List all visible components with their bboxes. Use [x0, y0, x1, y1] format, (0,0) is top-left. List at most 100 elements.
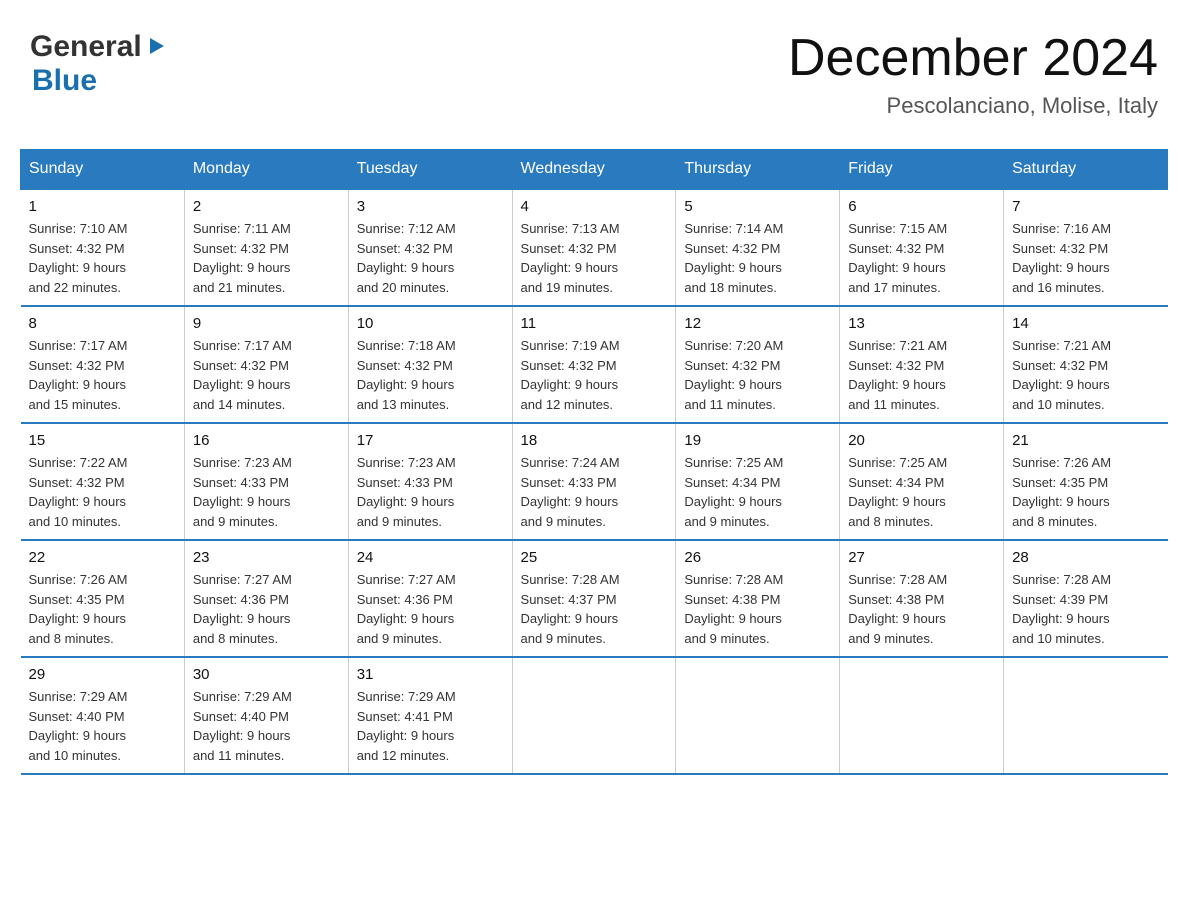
week-row-2: 8 Sunrise: 7:17 AMSunset: 4:32 PMDayligh…	[21, 306, 1168, 423]
logo-general: General	[30, 30, 142, 64]
calendar-table: SundayMondayTuesdayWednesdayThursdayFrid…	[20, 149, 1168, 775]
day-info: Sunrise: 7:23 AMSunset: 4:33 PMDaylight:…	[357, 453, 504, 531]
empty-cell-w4-3	[512, 657, 676, 774]
day-cell-8: 8 Sunrise: 7:17 AMSunset: 4:32 PMDayligh…	[21, 306, 185, 423]
day-cell-11: 11 Sunrise: 7:19 AMSunset: 4:32 PMDaylig…	[512, 306, 676, 423]
day-number: 6	[848, 198, 995, 215]
day-info: Sunrise: 7:12 AMSunset: 4:32 PMDaylight:…	[357, 219, 504, 297]
day-cell-3: 3 Sunrise: 7:12 AMSunset: 4:32 PMDayligh…	[348, 189, 512, 306]
day-number: 26	[684, 549, 831, 566]
day-cell-28: 28 Sunrise: 7:28 AMSunset: 4:39 PMDaylig…	[1004, 540, 1168, 657]
logo-blue: Blue	[32, 64, 97, 97]
day-cell-1: 1 Sunrise: 7:10 AMSunset: 4:32 PMDayligh…	[21, 189, 185, 306]
day-info: Sunrise: 7:24 AMSunset: 4:33 PMDaylight:…	[521, 453, 668, 531]
day-info: Sunrise: 7:26 AMSunset: 4:35 PMDaylight:…	[29, 570, 176, 648]
day-cell-30: 30 Sunrise: 7:29 AMSunset: 4:40 PMDaylig…	[184, 657, 348, 774]
day-number: 28	[1012, 549, 1159, 566]
day-number: 1	[29, 198, 176, 215]
week-row-3: 15 Sunrise: 7:22 AMSunset: 4:32 PMDaylig…	[21, 423, 1168, 540]
day-info: Sunrise: 7:25 AMSunset: 4:34 PMDaylight:…	[848, 453, 995, 531]
day-cell-2: 2 Sunrise: 7:11 AMSunset: 4:32 PMDayligh…	[184, 189, 348, 306]
day-info: Sunrise: 7:10 AMSunset: 4:32 PMDaylight:…	[29, 219, 176, 297]
day-cell-15: 15 Sunrise: 7:22 AMSunset: 4:32 PMDaylig…	[21, 423, 185, 540]
day-number: 30	[193, 666, 340, 683]
day-cell-12: 12 Sunrise: 7:20 AMSunset: 4:32 PMDaylig…	[676, 306, 840, 423]
day-number: 15	[29, 432, 176, 449]
day-number: 2	[193, 198, 340, 215]
day-info: Sunrise: 7:11 AMSunset: 4:32 PMDaylight:…	[193, 219, 340, 297]
day-info: Sunrise: 7:23 AMSunset: 4:33 PMDaylight:…	[193, 453, 340, 531]
day-cell-20: 20 Sunrise: 7:25 AMSunset: 4:34 PMDaylig…	[840, 423, 1004, 540]
weekday-header-row: SundayMondayTuesdayWednesdayThursdayFrid…	[21, 150, 1168, 190]
weekday-header-tuesday: Tuesday	[348, 150, 512, 190]
day-info: Sunrise: 7:25 AMSunset: 4:34 PMDaylight:…	[684, 453, 831, 531]
logo: General Blue	[30, 30, 168, 98]
day-number: 17	[357, 432, 504, 449]
day-info: Sunrise: 7:22 AMSunset: 4:32 PMDaylight:…	[29, 453, 176, 531]
day-cell-16: 16 Sunrise: 7:23 AMSunset: 4:33 PMDaylig…	[184, 423, 348, 540]
day-info: Sunrise: 7:13 AMSunset: 4:32 PMDaylight:…	[521, 219, 668, 297]
day-number: 21	[1012, 432, 1159, 449]
day-cell-17: 17 Sunrise: 7:23 AMSunset: 4:33 PMDaylig…	[348, 423, 512, 540]
title-block: December 2024 Pescolanciano, Molise, Ita…	[788, 30, 1158, 119]
day-number: 23	[193, 549, 340, 566]
empty-cell-w4-5	[840, 657, 1004, 774]
day-info: Sunrise: 7:17 AMSunset: 4:32 PMDaylight:…	[193, 336, 340, 414]
day-number: 19	[684, 432, 831, 449]
weekday-header-monday: Monday	[184, 150, 348, 190]
day-number: 31	[357, 666, 504, 683]
day-cell-19: 19 Sunrise: 7:25 AMSunset: 4:34 PMDaylig…	[676, 423, 840, 540]
day-info: Sunrise: 7:28 AMSunset: 4:39 PMDaylight:…	[1012, 570, 1159, 648]
day-cell-22: 22 Sunrise: 7:26 AMSunset: 4:35 PMDaylig…	[21, 540, 185, 657]
day-info: Sunrise: 7:26 AMSunset: 4:35 PMDaylight:…	[1012, 453, 1159, 531]
day-info: Sunrise: 7:29 AMSunset: 4:41 PMDaylight:…	[357, 687, 504, 765]
day-cell-21: 21 Sunrise: 7:26 AMSunset: 4:35 PMDaylig…	[1004, 423, 1168, 540]
day-cell-6: 6 Sunrise: 7:15 AMSunset: 4:32 PMDayligh…	[840, 189, 1004, 306]
day-info: Sunrise: 7:27 AMSunset: 4:36 PMDaylight:…	[193, 570, 340, 648]
page-header: General Blue December 2024 Pescolanciano…	[20, 20, 1168, 129]
day-number: 24	[357, 549, 504, 566]
day-number: 4	[521, 198, 668, 215]
day-number: 22	[29, 549, 176, 566]
day-cell-24: 24 Sunrise: 7:27 AMSunset: 4:36 PMDaylig…	[348, 540, 512, 657]
weekday-header-saturday: Saturday	[1004, 150, 1168, 190]
day-number: 7	[1012, 198, 1159, 215]
week-row-1: 1 Sunrise: 7:10 AMSunset: 4:32 PMDayligh…	[21, 189, 1168, 306]
day-cell-31: 31 Sunrise: 7:29 AMSunset: 4:41 PMDaylig…	[348, 657, 512, 774]
day-info: Sunrise: 7:28 AMSunset: 4:38 PMDaylight:…	[684, 570, 831, 648]
day-info: Sunrise: 7:27 AMSunset: 4:36 PMDaylight:…	[357, 570, 504, 648]
day-info: Sunrise: 7:29 AMSunset: 4:40 PMDaylight:…	[29, 687, 176, 765]
day-info: Sunrise: 7:21 AMSunset: 4:32 PMDaylight:…	[1012, 336, 1159, 414]
location-subtitle: Pescolanciano, Molise, Italy	[788, 93, 1158, 119]
day-info: Sunrise: 7:29 AMSunset: 4:40 PMDaylight:…	[193, 687, 340, 765]
day-number: 16	[193, 432, 340, 449]
day-cell-13: 13 Sunrise: 7:21 AMSunset: 4:32 PMDaylig…	[840, 306, 1004, 423]
day-cell-14: 14 Sunrise: 7:21 AMSunset: 4:32 PMDaylig…	[1004, 306, 1168, 423]
day-cell-23: 23 Sunrise: 7:27 AMSunset: 4:36 PMDaylig…	[184, 540, 348, 657]
day-number: 29	[29, 666, 176, 683]
day-info: Sunrise: 7:21 AMSunset: 4:32 PMDaylight:…	[848, 336, 995, 414]
weekday-header-sunday: Sunday	[21, 150, 185, 190]
day-number: 25	[521, 549, 668, 566]
day-cell-4: 4 Sunrise: 7:13 AMSunset: 4:32 PMDayligh…	[512, 189, 676, 306]
day-cell-7: 7 Sunrise: 7:16 AMSunset: 4:32 PMDayligh…	[1004, 189, 1168, 306]
day-number: 9	[193, 315, 340, 332]
day-info: Sunrise: 7:19 AMSunset: 4:32 PMDaylight:…	[521, 336, 668, 414]
day-number: 11	[521, 315, 668, 332]
day-info: Sunrise: 7:14 AMSunset: 4:32 PMDaylight:…	[684, 219, 831, 297]
day-number: 12	[684, 315, 831, 332]
day-number: 10	[357, 315, 504, 332]
weekday-header-thursday: Thursday	[676, 150, 840, 190]
month-year-title: December 2024	[788, 30, 1158, 87]
week-row-5: 29 Sunrise: 7:29 AMSunset: 4:40 PMDaylig…	[21, 657, 1168, 774]
weekday-header-friday: Friday	[840, 150, 1004, 190]
day-cell-5: 5 Sunrise: 7:14 AMSunset: 4:32 PMDayligh…	[676, 189, 840, 306]
day-info: Sunrise: 7:28 AMSunset: 4:37 PMDaylight:…	[521, 570, 668, 648]
day-info: Sunrise: 7:16 AMSunset: 4:32 PMDaylight:…	[1012, 219, 1159, 297]
day-number: 5	[684, 198, 831, 215]
empty-cell-w4-4	[676, 657, 840, 774]
week-row-4: 22 Sunrise: 7:26 AMSunset: 4:35 PMDaylig…	[21, 540, 1168, 657]
logo-arrow-icon	[146, 35, 168, 62]
day-number: 18	[521, 432, 668, 449]
weekday-header-wednesday: Wednesday	[512, 150, 676, 190]
